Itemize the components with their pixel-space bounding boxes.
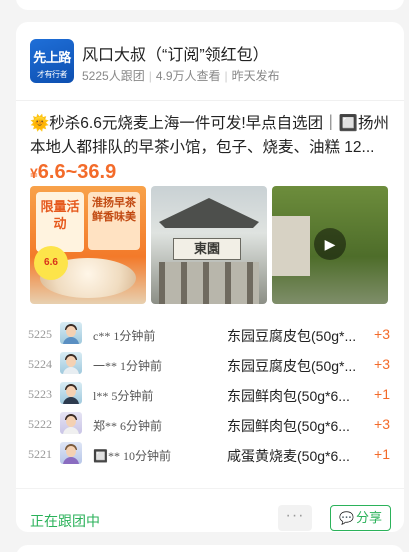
order-seq: 5222 [28, 417, 52, 431]
user-avatar [60, 322, 82, 344]
product-image-2[interactable]: 東園 [151, 186, 267, 304]
order-qty: +3 [374, 326, 390, 342]
order-qty: +3 [374, 356, 390, 372]
user-avatar [60, 352, 82, 374]
price-range: ¥6.6~36.9 [30, 161, 116, 184]
order-row: 5223 l** 5分钟前 东园鲜肉包(50g*6... +1 [16, 379, 404, 409]
order-user: c** 1分钟前 [93, 327, 155, 344]
product-images: 限量活动 淮扬早茶鲜香味美 6.6 東園 ▶ [30, 186, 404, 304]
user-avatar [60, 412, 82, 434]
more-button[interactable]: ··· [278, 505, 312, 531]
product-image-1[interactable]: 限量活动 淮扬早茶鲜香味美 6.6 [30, 186, 146, 304]
order-time: 1分钟前 [120, 359, 163, 373]
share-label: 分享 [355, 510, 382, 525]
order-item: 东园豆腐皮包(50g*... [227, 328, 357, 344]
product-video-3[interactable]: ▶ [272, 186, 388, 304]
post-description[interactable]: 🌞秒杀6.6元烧麦上海一件可发!早点自选团｜🔲扬州本地人都排队的早茶小馆，包子、… [30, 112, 392, 160]
promo-badge: 限量活动 [36, 192, 84, 252]
order-item: 东园鲜肉包(50g*6... [227, 388, 350, 404]
order-user: 郑** 6分钟前 [93, 417, 162, 434]
avatar-text-1: 先上路 [33, 50, 71, 65]
avatar[interactable]: 先上路 才有行者 [30, 39, 74, 83]
user-avatar [60, 382, 82, 404]
post-meta: 5225人跟团 | 4.9万人查看 | 昨天发布 [82, 69, 280, 83]
order-seq: 5223 [28, 387, 52, 401]
play-icon[interactable]: ▶ [314, 228, 346, 260]
order-time: 5分钟前 [111, 389, 154, 403]
wechat-icon: 💬 [339, 511, 354, 525]
promo-tag: 淮扬早茶鲜香味美 [88, 192, 140, 250]
order-seq: 5225 [28, 327, 52, 341]
pavilion-roof [159, 198, 259, 228]
views-count: 4.9万人查看 [155, 69, 221, 83]
pavilion-pillars [159, 262, 259, 304]
user-name: l** [93, 389, 109, 403]
card-header: 先上路 才有行者 风口大叔（“订阅”领红包） 5225人跟团 | 4.9万人查看 | 昨… [30, 39, 390, 89]
post-time: 昨天发布 [231, 69, 280, 83]
previous-card [16, 0, 404, 10]
footer-divider [16, 488, 404, 489]
order-qty: +1 [374, 446, 390, 462]
user-avatar [60, 442, 82, 464]
order-time: 6分钟前 [120, 419, 163, 433]
group-buy-card[interactable]: 先上路 才有行者 风口大叔（“订阅”领红包） 5225人跟团 | 4.9万人查看 | 昨… [16, 22, 404, 532]
order-qty: +1 [374, 386, 390, 402]
order-row: 5225 c** 1分钟前 东园豆腐皮包(50g*... +3 [16, 319, 404, 349]
price-sticker: 6.6 [34, 246, 68, 280]
shop-sign: 東園 [173, 238, 241, 260]
order-item: 东园豆腐皮包(50g*... [227, 358, 357, 374]
user-name: 郑** [93, 419, 118, 433]
seller-name[interactable]: 风口大叔（“订阅”领红包） [82, 41, 269, 65]
order-time: 1分钟前 [113, 329, 156, 343]
order-item: 咸蛋黄烧麦(50g*6... [227, 448, 350, 464]
order-seq: 5221 [28, 447, 52, 461]
order-user: 一** 1分钟前 [93, 357, 162, 374]
order-item: 东园鲜肉包(50g*6... [227, 418, 350, 434]
avatar-text-2: 才有行者 [37, 70, 68, 79]
share-button[interactable]: 💬 分享 [330, 505, 391, 531]
followers-count: 5225人跟团 [82, 69, 145, 83]
order-user: l** 5分钟前 [93, 387, 153, 404]
order-row: 5222 郑** 6分钟前 东园鲜肉包(50g*6... +3 [16, 409, 404, 439]
order-user: 🔲** 10分钟前 [93, 447, 171, 464]
order-row: 5224 一** 1分钟前 东园豆腐皮包(50g*... +3 [16, 349, 404, 379]
order-row: 5221 🔲** 10分钟前 咸蛋黄烧麦(50g*6... +1 [16, 439, 404, 469]
order-seq: 5224 [28, 357, 52, 371]
wall-shape [272, 216, 310, 276]
price-value: 6.6~36.9 [37, 161, 117, 183]
group-status: 正在跟团中 [30, 513, 100, 529]
user-name: 一** [93, 359, 118, 373]
currency-symbol: ¥ [30, 165, 38, 181]
divider [16, 100, 404, 101]
next-card [16, 545, 404, 552]
order-time: 10分钟前 [122, 449, 171, 463]
user-name: 🔲** [93, 449, 120, 463]
user-name: c** [93, 329, 111, 343]
order-qty: +3 [374, 416, 390, 432]
